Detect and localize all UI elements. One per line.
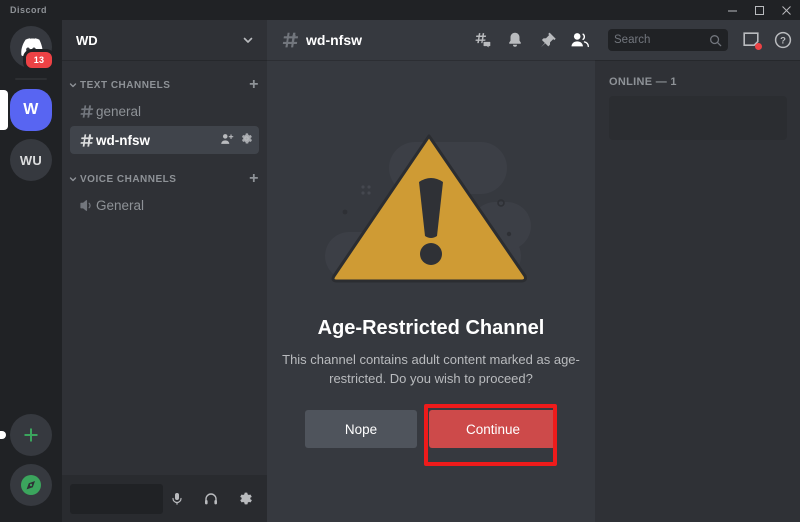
server-icon-wu[interactable]: WU [0,139,62,181]
warning-triangle-illustration [311,124,551,299]
category-text-channels[interactable]: TEXT CHANNELS + [62,74,267,96]
discord-home-icon[interactable]: 13 [10,26,55,71]
channel-sidebar: WD TEXT CHANNELS + general wd-nfsw VOICE… [62,20,267,522]
hash-nsfw-icon [281,31,299,49]
guild-header[interactable]: WD [62,20,267,60]
channel-name: wd-nfsw [96,132,150,148]
channel-item-wd-nfsw[interactable]: wd-nfsw [70,126,259,154]
discord-window: Discord 13 W WU WD TEXT CHANNELS + gener… [0,0,800,522]
current-user-info[interactable] [70,483,163,514]
channel-actions [220,132,253,149]
create-channel-button[interactable]: + [249,77,259,93]
minimize-button[interactable] [719,0,746,20]
compass-icon[interactable] [10,464,52,506]
window-controls [719,0,800,20]
members-online-header: ONLINE — 1 [609,76,677,88]
nsfw-gate: Age-Restricted Channel This channel cont… [267,60,595,522]
user-settings-gear-icon[interactable] [231,485,259,513]
user-panel [62,475,267,522]
threads-icon[interactable] [473,31,492,50]
title-bar: Discord [0,0,800,20]
channel-header: wd-nfsw Search ? [267,20,800,60]
members-panel: ONLINE — 1 [595,60,800,522]
svg-text:?: ? [780,36,786,47]
hash-icon [76,104,96,119]
channel-name: general [96,103,142,119]
headphones-icon[interactable] [197,485,225,513]
search-input[interactable] [614,34,709,46]
home-button[interactable]: 13 [0,26,62,71]
channel-item-general[interactable]: general [70,97,259,125]
unread-dot-indicator [0,431,6,439]
channel-settings-gear-icon[interactable] [240,132,253,148]
notifications-bell-icon[interactable] [506,31,524,49]
inbox-unread-dot [755,43,762,50]
home-unread-badge: 13 [23,49,55,71]
member-list-item[interactable] [609,96,787,140]
hash-nsfw-icon [76,133,96,148]
category-voice-channels[interactable]: VOICE CHANNELS + [62,168,267,190]
app-title: Discord [10,5,48,15]
content-row: Age-Restricted Channel This channel cont… [267,60,800,522]
speaker-icon [76,198,96,213]
app-body: 13 W WU WD TEXT CHANNELS + general wd-nf… [0,20,800,522]
nsfw-title: Age-Restricted Channel [317,317,545,339]
nsfw-button-row: Nope Continue [305,410,557,448]
add-server-button[interactable] [0,414,62,456]
decline-button[interactable]: Nope [305,410,417,448]
close-button[interactable] [773,0,800,20]
chevron-down-icon [68,174,78,184]
pinned-messages-icon[interactable] [538,31,556,49]
chevron-down-icon [68,80,78,90]
server-active-indicator [0,90,8,130]
channel-item-general-voice[interactable]: General [70,191,259,219]
inbox-icon[interactable] [742,31,762,50]
help-icon[interactable]: ? [774,31,792,49]
create-invite-icon[interactable] [220,132,234,149]
category-label: VOICE CHANNELS [80,173,177,185]
microphone-icon[interactable] [163,485,191,513]
guild-name: WD [76,32,98,48]
rail-divider [15,78,47,80]
server-avatar-w[interactable]: W [10,89,52,131]
search-box[interactable] [608,29,728,51]
plus-icon[interactable] [10,414,52,456]
category-label: TEXT CHANNELS [80,79,171,91]
server-avatar-wu[interactable]: WU [10,139,52,181]
channel-header-actions: ? [473,29,792,51]
main-column: wd-nfsw Search ? Age-Restricted Channel … [267,20,800,522]
maximize-button[interactable] [746,0,773,20]
explore-servers-button[interactable] [0,464,62,506]
channel-name: General [96,197,145,213]
create-voice-channel-button[interactable]: + [249,171,259,187]
server-rail: 13 W WU [0,20,62,522]
continue-button[interactable]: Continue [429,410,557,448]
channel-list: TEXT CHANNELS + general wd-nfsw VOICE CH… [62,60,267,475]
member-list-icon[interactable] [570,31,590,49]
search-icon [709,34,722,47]
server-icon-w[interactable]: W [0,89,62,131]
nsfw-description: This channel contains adult content mark… [282,352,580,386]
chevron-down-icon [241,33,255,47]
user-panel-actions [163,485,259,513]
channel-title: wd-nfsw [306,32,362,48]
